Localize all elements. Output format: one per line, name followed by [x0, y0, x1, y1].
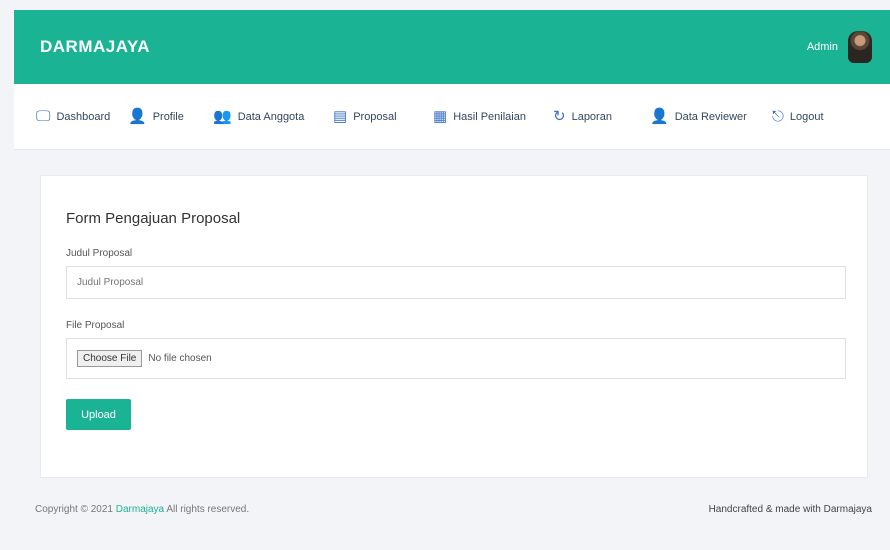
- copyright-link[interactable]: Darmajaya: [116, 504, 164, 515]
- logout-icon: ⎋: [772, 108, 784, 125]
- file-proposal-label: File Proposal: [66, 320, 125, 331]
- nav-item-label: Data Reviewer: [674, 110, 747, 123]
- users-icon: 👥: [213, 108, 232, 125]
- nav-item-dashboard[interactable]: 🖵 Dashboard: [36, 109, 128, 124]
- reviewer-icon: 👤: [650, 108, 669, 125]
- upload-button[interactable]: Upload: [66, 399, 131, 430]
- nav-item-label: Logout: [789, 110, 824, 123]
- nav-item-label: Hasil Penilaian: [453, 110, 526, 123]
- nav-item-laporan[interactable]: ↻ Laporan: [553, 109, 650, 124]
- nav-item-data-anggota[interactable]: 👥 Data Anggota: [213, 109, 333, 124]
- proposal-form-card: Form Pengajuan Proposal Judul Proposal F…: [40, 175, 868, 478]
- avatar[interactable]: [848, 31, 872, 63]
- nav-item-label: Data Anggota: [237, 110, 305, 123]
- footer-copyright: Copyright © 2021 Darmajaya All rights re…: [35, 504, 249, 515]
- nav-item-data-reviewer[interactable]: 👤 Data Reviewer: [650, 109, 772, 124]
- judul-proposal-input[interactable]: [66, 266, 846, 299]
- copyright-rest: All rights reserved.: [166, 504, 250, 515]
- nav-item-label: Profile: [152, 110, 184, 123]
- file-proposal-field[interactable]: Choose File No file chosen: [66, 338, 846, 379]
- main-navigation: 🖵 Dashboard 👤 Profile 👥 Data Anggota ▤ P…: [14, 84, 890, 150]
- user-menu[interactable]: Admin: [807, 31, 872, 63]
- history-icon: ↻: [553, 108, 566, 125]
- form-title: Form Pengajuan Proposal: [66, 210, 241, 227]
- top-header-bar: DARMAJAYA Admin: [14, 10, 890, 84]
- choose-file-button[interactable]: Choose File: [77, 350, 143, 367]
- nav-item-label: Proposal: [353, 110, 397, 123]
- file-status-text: No file chosen: [148, 353, 212, 364]
- copyright-text: Copyright © 2021: [35, 504, 113, 515]
- report-icon: ▦: [433, 108, 448, 125]
- brand-logo-text[interactable]: DARMAJAYA: [40, 37, 150, 57]
- user-icon: 👤: [128, 108, 147, 125]
- nav-item-label: Dashboard: [56, 110, 111, 123]
- nav-item-profile[interactable]: 👤 Profile: [128, 109, 213, 124]
- judul-proposal-label: Judul Proposal: [66, 248, 133, 259]
- user-name[interactable]: Admin: [807, 41, 838, 53]
- nav-item-logout[interactable]: ⎋ Logout: [772, 109, 824, 124]
- footer-credit: Handcrafted & made with Darmajaya: [708, 504, 872, 515]
- nav-item-label: Laporan: [571, 110, 612, 123]
- document-icon: ▤: [333, 108, 348, 125]
- nav-item-proposal[interactable]: ▤ Proposal: [333, 109, 433, 124]
- nav-item-hasil-penilaian[interactable]: ▦ Hasil Penilaian: [433, 109, 553, 124]
- monitor-icon: 🖵: [36, 108, 51, 125]
